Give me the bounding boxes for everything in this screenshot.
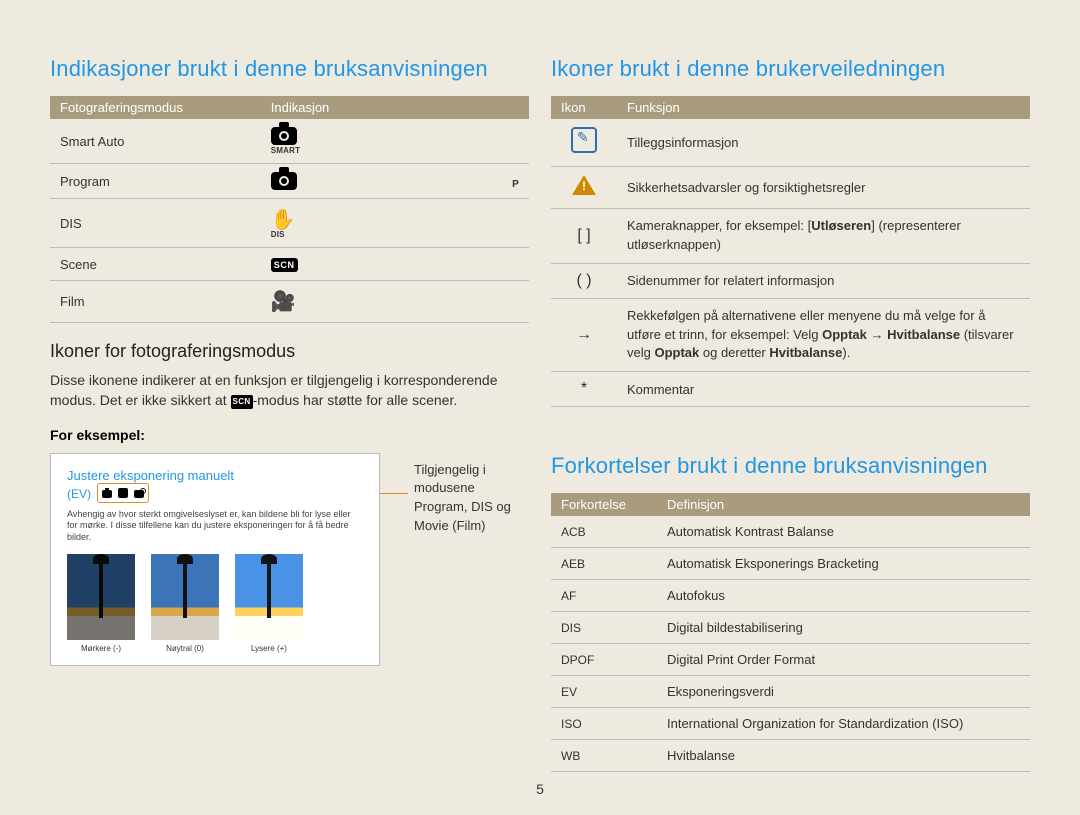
abbr-th-def: Definisjon: [657, 493, 1030, 516]
page-number: 5: [536, 781, 544, 797]
table-row: DIS ✋DIS: [50, 199, 529, 248]
table-row: ACBAutomatisk Kontrast Balanse: [551, 516, 1030, 548]
def-cell: Automatisk Kontrast Balanse: [657, 516, 1030, 548]
icon-sublabel: SMART: [271, 146, 519, 155]
camera-smart-icon: [271, 127, 297, 145]
abbr-cell: EV: [551, 676, 657, 708]
example-thumb: Nøytral (0): [151, 554, 219, 653]
abbr-cell: DPOF: [551, 644, 657, 676]
thumb-image-light: [235, 554, 303, 640]
table-row: DPOFDigital Print Order Format: [551, 644, 1030, 676]
callout-text: Tilgjengelig i modusene Program, DIS og …: [408, 453, 529, 536]
table-row: Program P: [50, 164, 529, 199]
heading-abbreviations: Forkortelser brukt i denne bruksanvisnin…: [551, 453, 1030, 479]
hand-dis-chip-icon: [118, 488, 128, 498]
table-row: Smart Auto SMART: [50, 119, 529, 164]
example-thumb: Lysere (+): [235, 554, 303, 653]
info-square-icon: [571, 127, 597, 153]
thumb-label: Nøytral (0): [151, 644, 219, 653]
square-brackets-icon: [ ]: [551, 209, 617, 264]
def-cell: Automatisk Eksponerings Bracketing: [657, 548, 1030, 580]
example-title: Justere eksponering manuelt: [67, 468, 363, 483]
mode-label: DIS: [50, 199, 261, 248]
icon-func: Tilleggsinformasjon: [617, 119, 1030, 167]
abbr-cell: ISO: [551, 708, 657, 740]
mode-label: Program: [50, 164, 261, 199]
def-cell: Eksponeringsverdi: [657, 676, 1030, 708]
scn-inline-icon: SCN: [231, 395, 253, 409]
icon-sublabel: DIS: [271, 230, 519, 239]
modes-table: Fotograferingsmodus Indikasjon Smart Aut…: [50, 96, 529, 323]
camera-p-chip-icon: [102, 490, 112, 498]
abbr-cell: ACB: [551, 516, 657, 548]
mode-icons-description: Disse ikonene indikerer at en funksjon e…: [50, 370, 529, 411]
table-row: AEBAutomatisk Eksponerings Bracketing: [551, 548, 1030, 580]
warning-triangle-icon: [572, 175, 596, 195]
table-row: [ ] Kameraknapper, for eksempel: [Utløse…: [551, 209, 1030, 264]
hand-dis-icon: ✋: [271, 209, 296, 231]
def-cell: Autofokus: [657, 580, 1030, 612]
def-cell: Digital Print Order Format: [657, 644, 1030, 676]
abbr-cell: WB: [551, 740, 657, 772]
subheading-mode-icons: Ikoner for fotograferingsmodus: [50, 341, 529, 362]
icon-func: Kameraknapper, for eksempel: [Utløseren]…: [617, 209, 1030, 264]
icon-func: Sikkerhetsadvarsler og forsiktighetsregl…: [617, 167, 1030, 209]
example-description: Avhengig av hvor sterkt omgivelseslyset …: [67, 509, 363, 544]
def-cell: Digital bildestabilisering: [657, 612, 1030, 644]
def-cell: Hvitbalanse: [657, 740, 1030, 772]
modes-th-indication: Indikasjon: [261, 96, 529, 119]
table-row: WBHvitbalanse: [551, 740, 1030, 772]
table-row: ISOInternational Organization for Standa…: [551, 708, 1030, 740]
table-row: Scene SCN: [50, 248, 529, 281]
table-row: AFAutofokus: [551, 580, 1030, 612]
icon-func: Rekkefølgen på alternativene eller menye…: [617, 298, 1030, 372]
thumb-image-normal: [151, 554, 219, 640]
modes-th-mode: Fotograferingsmodus: [50, 96, 261, 119]
thumb-label: Lysere (+): [235, 644, 303, 653]
scn-icon: SCN: [271, 258, 298, 272]
icons-th-icon: Ikon: [551, 96, 617, 119]
arrow-right-icon: →: [551, 298, 617, 372]
table-row: Film 🎥: [50, 281, 529, 323]
film-icon: 🎥: [271, 291, 296, 313]
mode-label: Smart Auto: [50, 119, 261, 164]
mode-label: Scene: [50, 248, 261, 281]
icon-func: Kommentar: [617, 372, 1030, 407]
table-row: → Rekkefølgen på alternativene eller men…: [551, 298, 1030, 372]
table-row: EVEksponeringsverdi: [551, 676, 1030, 708]
table-row: Sikkerhetsadvarsler og forsiktighetsregl…: [551, 167, 1030, 209]
def-cell: International Organization for Standardi…: [657, 708, 1030, 740]
icons-th-func: Funksjon: [617, 96, 1030, 119]
camera-p-icon: [271, 172, 297, 190]
example-ev: (EV): [67, 487, 91, 501]
table-row: ( ) Sidenummer for relatert informasjon: [551, 263, 1030, 298]
heading-icons: Ikoner brukt i denne brukerveiledningen: [551, 56, 1030, 82]
table-row: DISDigital bildestabilisering: [551, 612, 1030, 644]
thumb-image-dark: [67, 554, 135, 640]
thumb-label: Mørkere (-): [67, 644, 135, 653]
asterisk-icon: *: [551, 372, 617, 407]
example-label: For eksempel:: [50, 427, 529, 443]
parentheses-icon: ( ): [551, 263, 617, 298]
icon-sublabel: P: [299, 179, 519, 190]
example-mode-chips: [97, 483, 149, 503]
example-thumb: Mørkere (-): [67, 554, 135, 653]
table-row: * Kommentar: [551, 372, 1030, 407]
icon-func: Sidenummer for relatert informasjon: [617, 263, 1030, 298]
abbreviations-table: Forkortelse Definisjon ACBAutomatisk Kon…: [551, 493, 1030, 772]
example-box: Justere eksponering manuelt (EV) Avhengi…: [50, 453, 380, 666]
icons-table: Ikon Funksjon Tilleggsinformasjon Sikker…: [551, 96, 1030, 407]
abbr-th-abbr: Forkortelse: [551, 493, 657, 516]
mode-label: Film: [50, 281, 261, 323]
abbr-cell: AEB: [551, 548, 657, 580]
table-row: Tilleggsinformasjon: [551, 119, 1030, 167]
heading-indications: Indikasjoner brukt i denne bruksanvisnin…: [50, 56, 529, 82]
abbr-cell: AF: [551, 580, 657, 612]
film-chip-icon: [134, 490, 144, 498]
abbr-cell: DIS: [551, 612, 657, 644]
callout-line: [380, 493, 408, 494]
